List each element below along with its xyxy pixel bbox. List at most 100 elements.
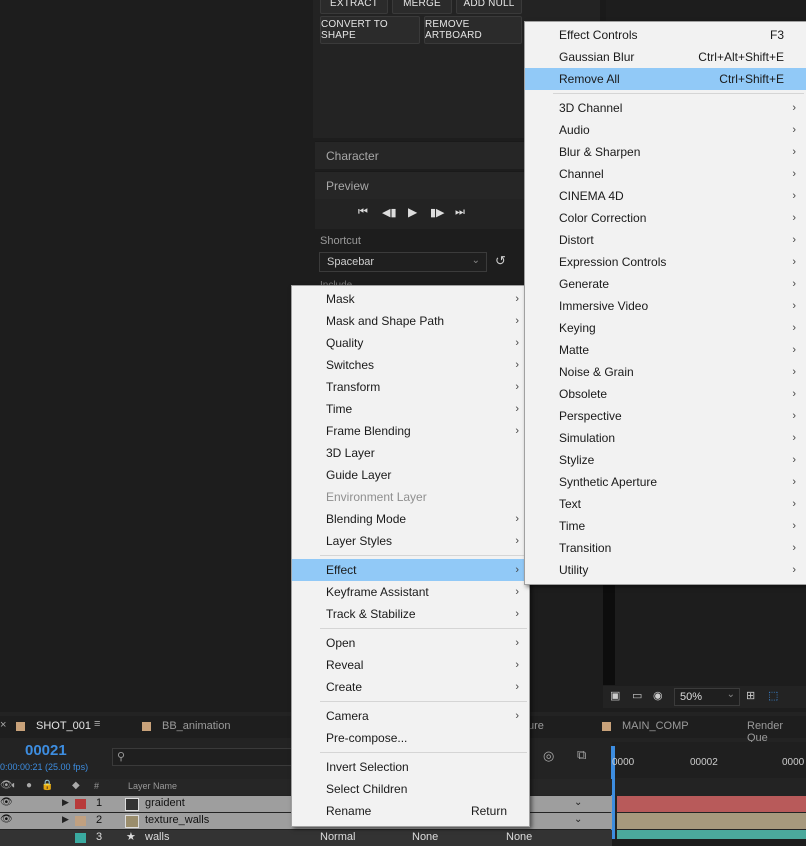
effect_menu-item[interactable]: Channel › [525, 163, 806, 185]
layer_menu-item[interactable]: Camera › [292, 705, 529, 727]
last-frame-icon[interactable]: ⏭ [455, 206, 465, 219]
effect_menu-item[interactable]: Color Correction › [525, 207, 806, 229]
layer_menu-item[interactable]: Mask › [292, 288, 529, 310]
dropdown-chevron[interactable]: ⌄ [574, 814, 582, 825]
layer_menu-item[interactable]: Keyframe Assistant › [292, 581, 529, 603]
layer-name[interactable]: texture_walls [145, 814, 209, 826]
region-icon[interactable]: ⬚ [768, 689, 778, 702]
label-color[interactable] [75, 799, 86, 809]
mask-icon[interactable]: ◉ [653, 689, 663, 702]
tab-partial[interactable]: ure [528, 720, 544, 732]
tab-menu-icon[interactable]: ≡ [94, 718, 100, 730]
merge-button[interactable]: MERGE [392, 0, 452, 14]
layer_menu-item[interactable]: Transform › [292, 376, 529, 398]
layer_menu-item[interactable]: Frame Blending › [292, 420, 529, 442]
label-color[interactable] [75, 816, 86, 826]
effect_menu-item[interactable]: Utility › [525, 559, 806, 581]
play-icon[interactable]: ▶ [408, 205, 417, 219]
effect_menu-item[interactable]: Obsolete › [525, 383, 806, 405]
tab-main-comp[interactable]: MAIN_COMP [622, 720, 689, 732]
effect_menu-item[interactable]: Simulation › [525, 427, 806, 449]
effect_menu-item[interactable]: 3D Channel › [525, 97, 806, 119]
extract-button[interactable]: EXTRACT [320, 0, 388, 14]
timeline-search-input[interactable]: ⚲ [112, 748, 292, 766]
first-frame-icon[interactable]: ⏮ [358, 206, 368, 219]
menu-item-label: Matte [559, 343, 590, 357]
layer_menu-item[interactable]: Mask and Shape Path › [292, 310, 529, 332]
dropdown-chevron[interactable]: ⌄ [574, 797, 582, 808]
convert-to-shape-button[interactable]: CONVERT TO SHAPE [320, 16, 420, 44]
menu-item-label: Select Children [326, 782, 408, 796]
effect_menu-item[interactable]: Gaussian Blur Ctrl+Alt+Shift+E [525, 46, 806, 68]
layer_menu-item[interactable]: 3D Layer [292, 442, 529, 464]
effect_menu-item[interactable]: Distort › [525, 229, 806, 251]
expand-arrow-icon[interactable]: ▶ [62, 797, 69, 808]
effect_menu-item[interactable]: Effect Controls F3 [525, 24, 806, 46]
effect_menu-item[interactable]: Generate › [525, 273, 806, 295]
layer_menu-item[interactable]: Rename Return [292, 800, 529, 822]
effect_menu-item[interactable]: Synthetic Aperture › [525, 471, 806, 493]
zoom-dropdown[interactable]: 50% ⌄ [674, 688, 740, 706]
shortcut-dropdown[interactable]: Spacebar ⌄ [319, 252, 487, 272]
layer_menu-item[interactable]: Reveal › [292, 654, 529, 676]
remove-artboard-button[interactable]: REMOVE ARTBOARD [424, 16, 522, 44]
effect_menu-item[interactable]: Blur & Sharpen › [525, 141, 806, 163]
layer_menu-item[interactable]: Track & Stabilize › [292, 603, 529, 625]
layer-bar-2[interactable] [617, 813, 806, 829]
close-icon[interactable]: × [0, 719, 6, 731]
monitor-icon[interactable]: ▭ [632, 689, 642, 702]
effect_menu-item[interactable]: Stylize › [525, 449, 806, 471]
label-color[interactable] [75, 833, 86, 843]
layer_menu-item[interactable]: Create › [292, 676, 529, 698]
prev-frame-icon[interactable]: ◀▮ [382, 206, 397, 219]
effect_menu-item[interactable]: Transition › [525, 537, 806, 559]
layer-bar-1[interactable] [617, 796, 806, 812]
layer_menu-item[interactable]: Invert Selection [292, 756, 529, 778]
eye-icon[interactable]: 👁 [0, 814, 13, 825]
layer_menu-item[interactable]: Time › [292, 398, 529, 420]
table-row[interactable]: 3 ★ walls Normal None None [0, 830, 612, 846]
layer_menu-item[interactable]: Effect › [292, 559, 529, 581]
character-panel-header[interactable]: Character [315, 141, 525, 169]
effect_menu-item[interactable]: Keying › [525, 317, 806, 339]
layer_menu-item[interactable]: Blending Mode › [292, 508, 529, 530]
layer-name[interactable]: graident [145, 797, 185, 809]
layer_menu-item[interactable]: Select Children [292, 778, 529, 800]
expand-arrow-icon[interactable]: ▶ [62, 814, 69, 825]
layer_menu-item[interactable]: Switches › [292, 354, 529, 376]
eye-icon[interactable]: 👁 [0, 797, 13, 808]
layer_menu-item[interactable]: Quality › [292, 332, 529, 354]
menu-item-label: Blending Mode [326, 512, 407, 526]
parent-dropdown[interactable]: None [506, 831, 532, 843]
blend-mode-dropdown[interactable]: Normal [320, 831, 355, 843]
layer_menu-item[interactable]: Layer Styles › [292, 530, 529, 552]
layer-name[interactable]: walls [145, 831, 169, 843]
effect_menu-item[interactable]: Expression Controls › [525, 251, 806, 273]
add-null-button[interactable]: ADD NULL [456, 0, 522, 14]
effect_menu-item[interactable]: Time › [525, 515, 806, 537]
tab-shot-001[interactable]: SHOT_001 [36, 720, 91, 732]
tab-bb-animation[interactable]: BB_animation [162, 720, 231, 732]
effect_menu-item[interactable]: Immersive Video › [525, 295, 806, 317]
trkmat-dropdown[interactable]: None [412, 831, 438, 843]
next-frame-icon[interactable]: ▮▶ [430, 206, 445, 219]
layer-bar-3[interactable] [617, 830, 806, 839]
layer_menu-item[interactable]: Open › [292, 632, 529, 654]
effect_menu-item[interactable]: Matte › [525, 339, 806, 361]
effect_menu-item[interactable]: Remove All Ctrl+Shift+E [525, 68, 806, 90]
effect_menu-item[interactable]: CINEMA 4D › [525, 185, 806, 207]
graph-editor-icon[interactable]: ⧉ [577, 747, 586, 763]
effect_menu-item[interactable]: Noise & Grain › [525, 361, 806, 383]
timecode[interactable]: 00021 [25, 742, 67, 759]
grid-icon[interactable]: ⊞ [746, 689, 755, 702]
tab-render-queue[interactable]: Render Que [747, 720, 806, 744]
snapshot-icon[interactable]: ▣ [610, 689, 620, 702]
draft-3d-icon[interactable]: ◎ [543, 748, 554, 764]
reset-icon[interactable]: ↺ [495, 253, 506, 269]
effect_menu-item[interactable]: Audio › [525, 119, 806, 141]
preview-panel-header[interactable]: Preview [315, 171, 525, 199]
effect_menu-item[interactable]: Text › [525, 493, 806, 515]
effect_menu-item[interactable]: Perspective › [525, 405, 806, 427]
layer_menu-item[interactable]: Pre-compose... [292, 727, 529, 749]
layer_menu-item[interactable]: Guide Layer [292, 464, 529, 486]
